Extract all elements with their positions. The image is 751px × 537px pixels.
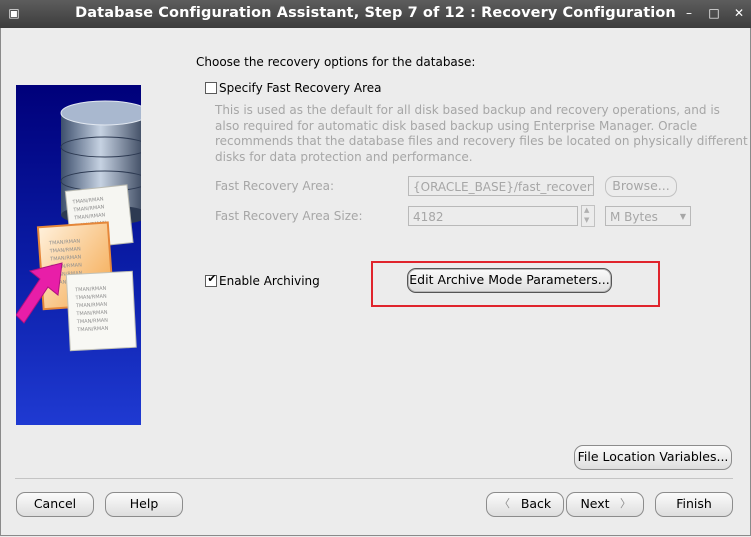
checkmark-icon: ✔ (207, 272, 217, 285)
back-button[interactable]: 〈 Back (486, 492, 564, 517)
maximize-icon[interactable]: □ (705, 5, 723, 22)
fast-recovery-area-field[interactable]: {ORACLE_BASE}/fast_recovery_a (408, 176, 594, 196)
recovery-illustration: TMAN/RMAN TMAN/RMAN TMAN/RMAN TMAN/RMAN … (16, 85, 141, 425)
next-button[interactable]: Next 〉 (566, 492, 644, 517)
fast-recovery-area-label: Fast Recovery Area: (215, 179, 335, 193)
spinner-down-icon[interactable]: ▼ (584, 216, 589, 224)
close-icon[interactable]: ✕ (730, 5, 748, 22)
chevron-down-icon: ▼ (679, 212, 686, 221)
footer-separator (15, 478, 733, 479)
recovery-options-heading: Choose the recovery options for the data… (196, 55, 476, 69)
enable-archiving-label[interactable]: Enable Archiving (219, 274, 320, 288)
size-spinner[interactable]: ▲ ▼ (581, 205, 595, 227)
description-line: recommends that the database files and r… (215, 134, 748, 149)
help-button[interactable]: Help (105, 492, 183, 517)
minimize-icon[interactable]: – (680, 5, 698, 22)
description-line: This is used as the default for all disk… (215, 103, 720, 117)
enable-archiving-checkbox[interactable]: ✔ (205, 272, 217, 287)
file-location-variables-button[interactable]: File Location Variables... (574, 445, 732, 470)
spinner-up-icon[interactable]: ▲ (584, 206, 589, 214)
fast-recovery-checkbox[interactable] (205, 82, 217, 94)
fast-recovery-description: This is used as the default for all disk… (215, 103, 748, 166)
description-line: disks for data protection and performanc… (215, 150, 473, 165)
database-illustration-icon: TMAN/RMAN TMAN/RMAN TMAN/RMAN TMAN/RMAN … (16, 100, 141, 352)
window-title: Database Configuration Assistant, Step 7… (75, 5, 676, 21)
finish-button[interactable]: Finish (655, 492, 733, 517)
size-unit-select[interactable]: M Bytes ▼ (605, 206, 691, 226)
fast-recovery-size-field[interactable]: 4182 (408, 206, 578, 226)
title-bar: ▣ Database Configuration Assistant, Step… (0, 0, 751, 28)
chevron-right-icon: 〉 (620, 497, 631, 510)
edit-archive-mode-parameters-button[interactable]: Edit Archive Mode Parameters... (407, 268, 612, 293)
cancel-button[interactable]: Cancel (16, 492, 94, 517)
browse-button[interactable]: Browse... (605, 176, 677, 197)
chevron-left-icon: 〈 (499, 497, 510, 510)
fast-recovery-checkbox-label[interactable]: Specify Fast Recovery Area (219, 81, 381, 95)
size-unit-value: M Bytes (610, 210, 658, 224)
description-line: also required for automatic disk based b… (215, 118, 698, 133)
fast-recovery-size-label: Fast Recovery Area Size: (215, 209, 363, 223)
